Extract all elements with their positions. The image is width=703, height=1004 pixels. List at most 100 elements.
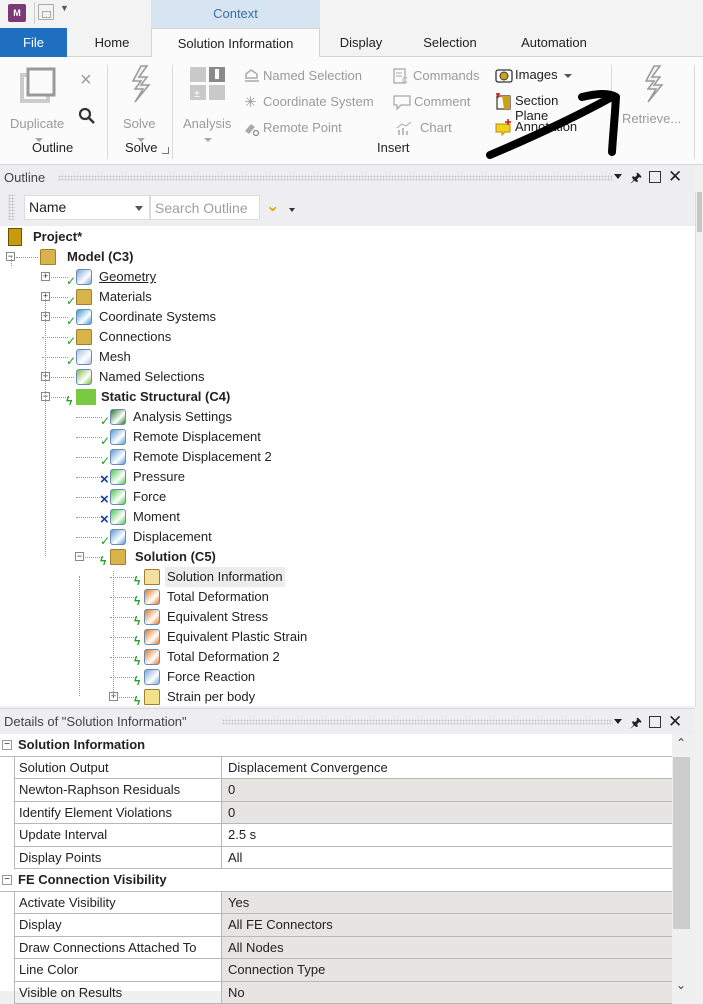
analysis-dropdown-icon[interactable] [204, 138, 212, 142]
images-dropdown-icon[interactable] [564, 74, 572, 78]
details-row: Identify Element Violations0 [14, 802, 672, 825]
details-scrollbar-thumb[interactable] [673, 757, 690, 929]
tree-node[interactable]: ϟEquivalent Stress [0, 607, 690, 627]
comment-button[interactable]: Comment [393, 93, 483, 113]
pin-icon[interactable]: 🖈 [630, 169, 642, 191]
outline-tree: Project*−Model (C3)+✓Geometry+✓Materials… [0, 226, 695, 706]
tree-node[interactable]: ✓Displacement [0, 527, 690, 547]
details-group-header[interactable]: −FE Connection Visibility [0, 869, 672, 892]
panel-menu-dropdown-icon[interactable] [614, 719, 622, 724]
tree-node[interactable]: ϟTotal Deformation [0, 587, 690, 607]
tab-solution-information[interactable]: Solution Information [151, 28, 320, 58]
expand-filter-icon[interactable]: ⌄ [266, 196, 279, 216]
close-icon[interactable]: ✕ [668, 167, 682, 187]
retrieve-button[interactable]: Retrieve... [618, 63, 690, 133]
tree-node[interactable]: ϟForce Reaction [0, 667, 690, 687]
analysis-button[interactable]: ± Analysis [180, 63, 236, 153]
save-icon[interactable] [38, 4, 54, 20]
tree-node[interactable]: ϟSolution Information [0, 567, 690, 587]
quick-access-dropdown-icon[interactable]: ▼ [60, 3, 69, 13]
tree-node[interactable]: ×Moment [0, 507, 690, 527]
lightning-bolt-icon [129, 65, 153, 103]
panel-grip[interactable] [58, 175, 613, 181]
outline-scrollbar-thumb[interactable] [697, 192, 702, 232]
ribbon: Duplicate × Outline Solve Solve ± Analys… [0, 57, 703, 165]
close-icon[interactable]: ✕ [668, 712, 682, 732]
details-row-value[interactable]: All [222, 847, 672, 869]
tree-node[interactable]: ϟEquivalent Plastic Strain [0, 627, 690, 647]
toolbar-grip[interactable] [8, 194, 15, 220]
scroll-up-icon[interactable]: ⌃ [676, 736, 686, 750]
tree-node[interactable]: ϟTotal Deformation 2 [0, 647, 690, 667]
coordinate-system-button[interactable]: ✳ Coordinate System [243, 93, 393, 113]
images-button[interactable]: Images [495, 66, 575, 86]
expand-icon[interactable]: + [41, 272, 50, 281]
tree-node[interactable]: ✓Mesh [0, 347, 690, 367]
details-row-key: Activate Visibility [14, 892, 222, 914]
panel-menu-dropdown-icon[interactable] [614, 174, 622, 179]
tree-node[interactable]: ×Pressure [0, 467, 690, 487]
dialog-launcher-icon[interactable] [162, 147, 169, 154]
tree-node-label: Moment [133, 507, 180, 527]
maximize-icon[interactable] [649, 716, 661, 728]
tree-node[interactable]: −Model (C3) [0, 247, 690, 267]
named-selection-button[interactable]: Named Selection [243, 67, 373, 87]
maximize-icon[interactable] [649, 171, 661, 183]
tab-file[interactable]: File [0, 28, 67, 57]
tree-node[interactable]: Project* [0, 227, 690, 247]
toolbar-dropdown-icon[interactable] [289, 208, 295, 212]
tree-node[interactable]: ✓Analysis Settings [0, 407, 690, 427]
duplicate-icon [20, 67, 56, 103]
details-row: DisplayAll FE Connectors [14, 914, 672, 937]
scroll-down-icon[interactable]: ⌄ [676, 978, 686, 992]
probe-icon [144, 669, 160, 685]
commands-button[interactable]: C Commands [393, 67, 488, 87]
collapse-icon[interactable]: − [75, 552, 84, 561]
section-plane-button[interactable]: Section Plane [495, 92, 595, 112]
named-selection-icon [243, 68, 261, 84]
tree-node-label: Project* [33, 227, 82, 247]
tree-node[interactable]: +✓Geometry [0, 267, 690, 287]
chevron-down-icon [135, 206, 143, 211]
delete-icon[interactable]: × [80, 69, 92, 92]
outline-scrollbar[interactable] [695, 192, 703, 707]
tree-node[interactable]: ×Force [0, 487, 690, 507]
collapse-icon[interactable]: − [2, 875, 12, 885]
annotation-button[interactable]: Annotation [495, 118, 595, 138]
tree-node-label: Displacement [133, 527, 212, 547]
app-icon[interactable]: M [8, 4, 26, 22]
tab-home[interactable]: Home [78, 28, 146, 57]
annotation-label: Annotation [515, 119, 577, 134]
chart-button[interactable]: Chart [393, 119, 463, 139]
tree-node[interactable]: −ϟStatic Structural (C4) [0, 387, 690, 407]
tree-node[interactable]: ✓Connections [0, 327, 690, 347]
filter-type-select[interactable]: Name [24, 195, 150, 220]
tab-automation[interactable]: Automation [504, 28, 604, 57]
lightning-bolt-icon [642, 65, 666, 103]
outline-toolbar: Name ⌄ [0, 190, 695, 226]
collapse-icon[interactable]: − [2, 740, 12, 750]
tree-node[interactable]: +✓Coordinate Systems [0, 307, 690, 327]
analysis-settings-icon [110, 409, 126, 425]
tree-node[interactable]: +Named Selections [0, 367, 690, 387]
tree-node[interactable]: +✓Materials [0, 287, 690, 307]
chart-label: Chart [420, 120, 452, 135]
tab-selection[interactable]: Selection [408, 28, 492, 57]
tree-node[interactable]: ✓Remote Displacement 2 [0, 447, 690, 467]
find-icon[interactable] [78, 107, 96, 125]
connections-icon [76, 329, 92, 345]
details-row-key: Identify Element Violations [14, 802, 222, 824]
divider [694, 65, 695, 159]
tree-node-label: Connections [99, 327, 171, 347]
remote-point-button[interactable]: Remote Point [243, 119, 363, 139]
details-group-header[interactable]: −Solution Information [0, 734, 672, 757]
details-row-value[interactable]: Displacement Convergence [222, 757, 672, 779]
tree-node[interactable]: −ϟSolution (C5) [0, 547, 690, 567]
tab-display[interactable]: Display [326, 28, 396, 57]
panel-grip[interactable] [222, 719, 613, 725]
search-outline-input[interactable] [150, 195, 260, 220]
details-row-value[interactable]: 2.5 s [222, 824, 672, 846]
tree-node[interactable]: +ϟStrain per body [0, 687, 690, 707]
tree-node[interactable]: ✓Remote Displacement [0, 427, 690, 447]
pin-icon[interactable]: 🖈 [630, 714, 642, 736]
